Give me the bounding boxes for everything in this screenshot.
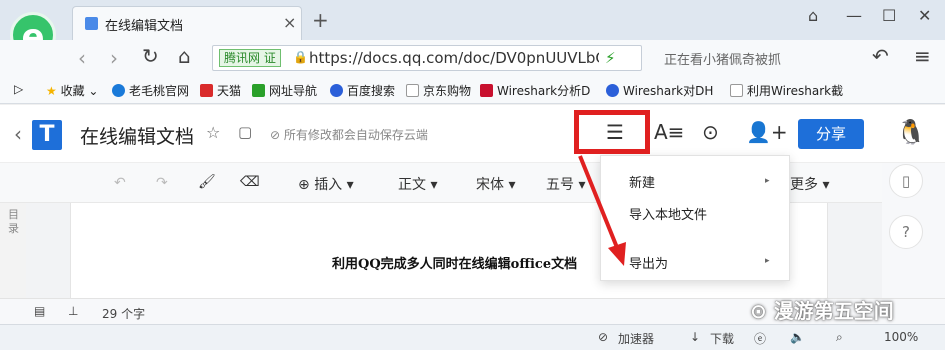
file-info-icon[interactable]: ▢ — [238, 123, 252, 141]
format-painter-icon[interactable]: 🖌 — [198, 174, 216, 190]
menu-icon[interactable]: ≡ — [914, 44, 931, 68]
page-layout-icon[interactable]: ⊥ — [68, 304, 78, 318]
sidebar-toggle-icon[interactable]: ▷ — [14, 82, 23, 96]
back-icon[interactable]: ‹ — [78, 46, 86, 70]
toc-button[interactable]: 目录 — [8, 208, 20, 236]
accelerator-icon[interactable]: ⊘ — [598, 330, 608, 344]
undo-icon[interactable]: ↶ — [114, 175, 126, 191]
undo-close-icon[interactable]: ↶ — [872, 44, 889, 68]
bookmark-label: 老毛桃官网 — [129, 84, 190, 98]
zoom-glass-icon[interactable]: ⌕ — [836, 330, 843, 345]
speed-mode-icon[interactable]: ⚡ — [605, 49, 616, 67]
download-button[interactable]: 下载 — [710, 330, 734, 347]
zoom-level[interactable]: 100% — [884, 330, 918, 344]
doc-title[interactable]: 在线编辑文档 — [80, 122, 194, 149]
watermark: ⊙ 漫游第五空间 — [750, 295, 894, 324]
submenu-arrow-icon: ▸ — [765, 176, 770, 186]
qq-avatar-icon[interactable]: 🐧 — [896, 118, 926, 146]
minimize-button[interactable]: — — [846, 6, 862, 25]
watermark-text: 漫游第五空间 — [773, 299, 894, 323]
redo-icon[interactable]: ↷ — [156, 175, 168, 191]
address-field[interactable]: 腾讯网 证 🔒 https://docs.qq.com/doc/DV0pnUUV… — [212, 45, 642, 71]
more-label: 更多 — [790, 177, 818, 193]
menu-item-import[interactable]: 导入本地文件 — [629, 204, 707, 223]
plus-icon: ⊕ — [298, 177, 315, 193]
share-button[interactable]: 分享 — [798, 119, 864, 149]
site-verify-badge[interactable]: 腾讯网 证 — [219, 49, 281, 67]
bookmark-label: 天猫 — [217, 84, 242, 98]
tencent-docs-logo-icon[interactable]: T — [32, 120, 62, 150]
back-arrow-icon[interactable]: ‹ — [14, 122, 22, 146]
bookmark-item[interactable]: 天猫 — [200, 82, 241, 99]
paragraph-style-select[interactable]: 正文 ▾ — [398, 174, 437, 194]
url-text[interactable]: https://docs.qq.com/doc/DV0pnUUVLbGxk — [309, 49, 599, 67]
search-field[interactable]: 正在看小猪佩奇被抓 — [644, 45, 844, 71]
bookmark-label: 百度搜索 — [347, 84, 396, 98]
doc-favicon-icon — [85, 17, 98, 30]
maximize-button[interactable]: ☐ — [882, 6, 896, 25]
mobile-view-icon[interactable]: ▯ — [889, 164, 923, 198]
style-label: 正文 — [398, 177, 426, 193]
home-icon[interactable]: ⌂ — [178, 44, 191, 68]
bookmark-label: Wireshark对DH — [623, 84, 714, 98]
text-format-icon[interactable]: A≡ — [654, 120, 684, 144]
help-icon[interactable]: ? — [889, 215, 923, 249]
accelerator-button[interactable]: 加速器 — [618, 330, 654, 347]
annotation-arrow — [578, 155, 626, 266]
word-count: 29 个字 — [102, 307, 146, 321]
save-status: ⊘ 所有修改都会自动保存云端 — [270, 126, 428, 143]
save-status-text: 所有修改都会自动保存云端 — [283, 128, 428, 142]
bookmark-item[interactable]: 京东购物 — [406, 82, 471, 99]
bookmark-favorites[interactable]: ★ 收藏 ⌄ — [46, 82, 98, 99]
insert-menu[interactable]: ⊕ 插入 ▾ — [298, 174, 354, 194]
wechat-icon: ⊙ — [750, 299, 774, 323]
insert-label: 插入 — [314, 177, 343, 193]
download-icon[interactable]: ↓ — [690, 330, 700, 344]
bookmark-label: 京东购物 — [423, 84, 472, 98]
more-menu[interactable]: 更多 ▾ — [790, 174, 829, 194]
skin-icon[interactable]: ⌂ — [808, 6, 818, 25]
sound-icon[interactable]: 🔈 — [790, 330, 805, 344]
add-collaborator-icon[interactable]: 👤+ — [746, 120, 788, 144]
bookmark-label: Wireshark分析D — [497, 84, 591, 98]
highlight-box — [574, 110, 650, 154]
new-tab-button[interactable]: + — [312, 8, 329, 32]
bookmark-item[interactable]: 网址导航 — [252, 82, 317, 99]
bookmark-item[interactable]: Wireshark对DH — [606, 82, 713, 99]
font-label: 宋体 — [476, 177, 504, 193]
bookmark-label: 网址导航 — [269, 84, 318, 98]
tab-title: 在线编辑文档 — [105, 19, 184, 34]
bookmark-item[interactable]: 利用Wireshark截 — [730, 82, 843, 99]
star-icon[interactable]: ☆ — [206, 123, 220, 142]
outline-icon[interactable]: ▤ — [34, 304, 45, 318]
bookmark-item[interactable]: 老毛桃官网 — [112, 82, 189, 99]
bookmark-label: 收藏 — [60, 84, 85, 98]
submenu-arrow-icon: ▸ — [765, 256, 770, 266]
check-circle-icon: ⊘ — [270, 128, 284, 142]
refresh-icon[interactable]: ↻ — [142, 44, 159, 68]
close-window-button[interactable]: ✕ — [918, 6, 931, 25]
bookmark-label: 利用Wireshark截 — [747, 84, 844, 98]
browser-tab[interactable]: 在线编辑文档 × — [72, 6, 302, 40]
font-select[interactable]: 宋体 ▾ — [476, 174, 515, 194]
bookmark-item[interactable]: 百度搜索 — [330, 82, 395, 99]
tab-close-button[interactable]: × — [283, 13, 296, 32]
bookmark-item[interactable]: Wireshark分析D — [480, 82, 590, 99]
document-body-text[interactable]: 利用QQ完成多人同时在线编辑office文档 — [332, 253, 577, 272]
lock-icon: 🔒 — [293, 50, 308, 64]
clear-format-icon[interactable]: ⌫ — [240, 174, 260, 190]
forward-icon[interactable]: › — [110, 46, 118, 70]
search-suggestion[interactable]: 正在看小猪佩奇被抓 — [664, 49, 781, 68]
play-icon[interactable]: ⊙ — [702, 120, 719, 144]
ie-mode-icon[interactable]: ⓔ — [754, 330, 766, 347]
